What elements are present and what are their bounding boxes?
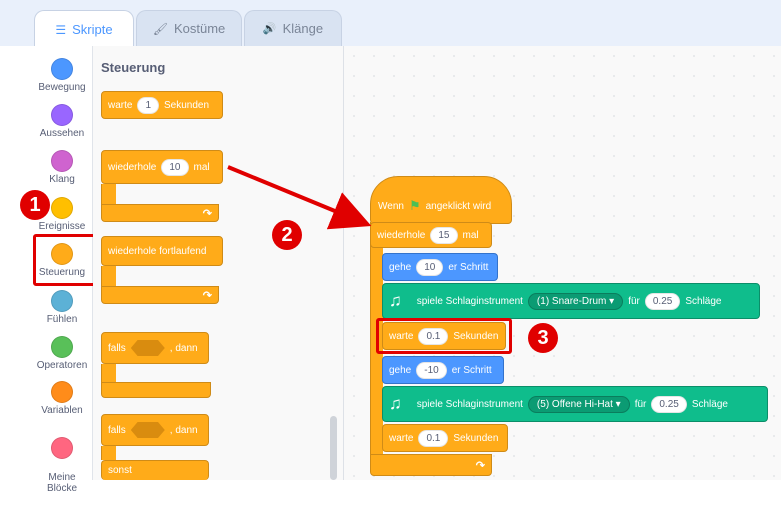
arrow-line bbox=[227, 165, 372, 230]
step-badge-3: 3 bbox=[528, 323, 558, 353]
step-badge-1: 1 bbox=[20, 190, 50, 220]
step-badge-2: 2 bbox=[272, 220, 302, 250]
drag-arrow-annotation bbox=[227, 165, 372, 230]
